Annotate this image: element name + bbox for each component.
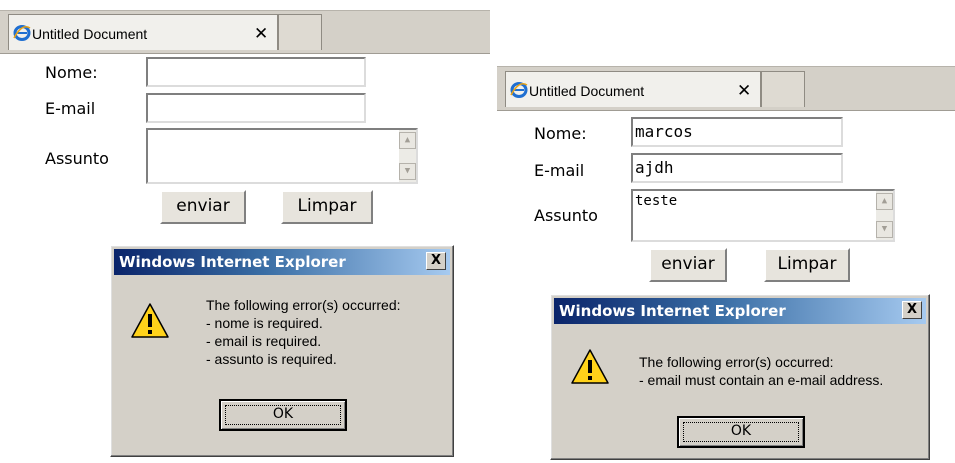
email-input[interactable]: ajdh (631, 153, 843, 183)
tab-untitled-document[interactable]: Untitled Document ✕ (8, 14, 278, 50)
ok-button[interactable]: OK (677, 416, 805, 448)
assunto-label: Assunto (534, 206, 598, 225)
textarea-scrollbar[interactable]: ▲ ▼ (399, 130, 416, 182)
browser-window-2: Untitled Document ✕ Nome: marcos E-mail … (497, 66, 955, 463)
message-line: - email must contain an e-mail address. (639, 372, 884, 388)
message-line: - assunto is required. (206, 351, 337, 367)
dialog-titlebar: Windows Internet Explorer X (114, 249, 450, 275)
dialog-title: Windows Internet Explorer (119, 253, 346, 271)
dialog-message: The following error(s) occurred: - email… (639, 353, 883, 389)
email-label: E-mail (534, 161, 585, 180)
dialog-close-button[interactable]: X (902, 301, 922, 319)
internet-explorer-icon (510, 82, 528, 98)
limpar-button[interactable]: Limpar (764, 248, 850, 282)
scroll-up-icon[interactable]: ▲ (876, 193, 893, 210)
nome-label: Nome: (534, 124, 587, 143)
focus-outline (225, 405, 341, 425)
tab-title: Untitled Document (32, 26, 148, 42)
textarea-scrollbar[interactable]: ▲ ▼ (876, 191, 893, 240)
tab-title: Untitled Document (529, 83, 645, 99)
scroll-down-icon[interactable]: ▼ (399, 163, 416, 180)
dialog-close-button[interactable]: X (426, 252, 446, 270)
assunto-textarea[interactable]: ▲ ▼ (146, 128, 418, 184)
dialog-message: The following error(s) occurred: - nome … (206, 296, 401, 368)
warning-icon (131, 303, 169, 338)
enviar-button[interactable]: enviar (649, 248, 727, 282)
dialog-titlebar: Windows Internet Explorer X (554, 298, 926, 324)
enviar-button[interactable]: enviar (160, 190, 246, 224)
nome-input[interactable] (146, 57, 366, 87)
ok-button[interactable]: OK (219, 399, 347, 431)
tab-close-icon[interactable]: ✕ (254, 24, 268, 44)
message-line: - nome is required. (206, 315, 323, 331)
internet-explorer-icon (13, 25, 31, 41)
scroll-up-icon[interactable]: ▲ (399, 132, 416, 149)
alert-dialog: Windows Internet Explorer X The followin… (110, 245, 454, 457)
limpar-button[interactable]: Limpar (281, 190, 373, 224)
message-line: - email is required. (206, 333, 322, 349)
tab-strip: Untitled Document ✕ (497, 66, 955, 111)
dialog-title: Windows Internet Explorer (559, 302, 786, 320)
email-input[interactable] (146, 93, 366, 123)
message-line: The following error(s) occurred: (639, 354, 834, 370)
alert-dialog: Windows Internet Explorer X The followin… (550, 294, 930, 460)
new-tab-button[interactable] (761, 71, 805, 107)
nome-input[interactable]: marcos (631, 117, 843, 147)
assunto-value: teste (635, 193, 678, 209)
assunto-label: Assunto (45, 149, 109, 168)
browser-window-1: Untitled Document ✕ Nome: E-mail Assunto… (0, 0, 490, 463)
tab-close-icon[interactable]: ✕ (737, 81, 751, 101)
message-line: The following error(s) occurred: (206, 297, 401, 313)
nome-label: Nome: (45, 63, 98, 82)
tab-untitled-document[interactable]: Untitled Document ✕ (505, 71, 761, 107)
assunto-textarea[interactable]: teste ▲ ▼ (631, 189, 895, 242)
new-tab-button[interactable] (278, 14, 322, 50)
warning-icon (571, 349, 609, 384)
scroll-down-icon[interactable]: ▼ (876, 221, 893, 238)
email-label: E-mail (45, 99, 96, 118)
tab-strip: Untitled Document ✕ (0, 10, 490, 54)
focus-outline (683, 422, 799, 442)
